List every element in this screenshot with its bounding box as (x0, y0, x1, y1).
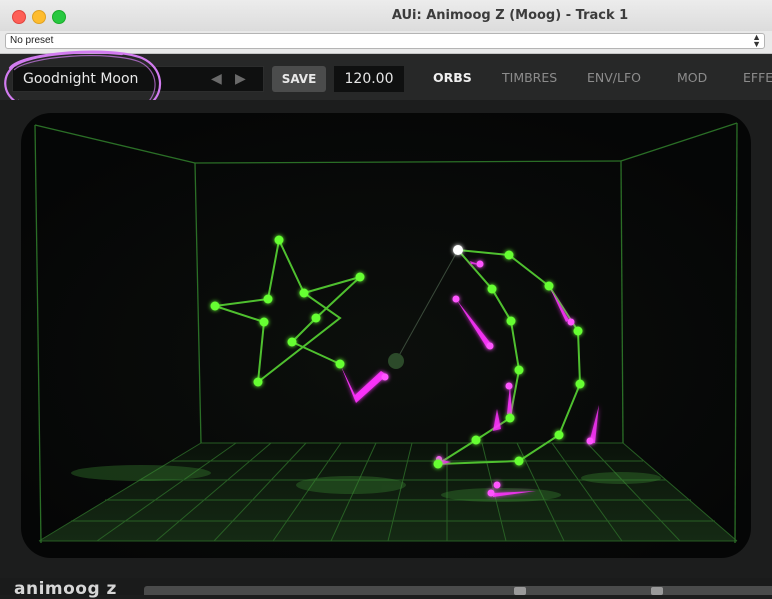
center-orb[interactable] (388, 353, 404, 369)
tab-effects[interactable]: EFFEC (743, 70, 772, 85)
magenta-orb[interactable] (505, 382, 513, 390)
green-orb[interactable] (433, 459, 443, 469)
green-orb[interactable] (259, 317, 269, 327)
green-orb[interactable] (487, 284, 497, 294)
green-orb[interactable] (554, 430, 564, 440)
save-button[interactable]: SAVE (272, 66, 326, 92)
green-orb[interactable] (253, 377, 263, 387)
maximize-window-button[interactable] (52, 10, 66, 24)
tab-orbs[interactable]: ORBS (433, 70, 472, 85)
previous-preset-icon[interactable]: ◀ (211, 70, 222, 87)
green-orb[interactable] (514, 456, 524, 466)
close-window-button[interactable] (12, 10, 26, 24)
magenta-orb[interactable] (487, 489, 495, 497)
magenta-orb[interactable] (452, 295, 460, 303)
green-orb[interactable] (311, 313, 321, 323)
green-orb[interactable] (287, 337, 297, 347)
magenta-orb[interactable] (586, 437, 594, 445)
minimize-window-button[interactable] (32, 10, 46, 24)
next-preset-icon[interactable]: ▶ (235, 70, 246, 87)
green-orb[interactable] (210, 301, 220, 311)
green-orb[interactable] (471, 435, 481, 445)
orb-space-viewport[interactable] (21, 113, 751, 558)
magenta-orb[interactable] (486, 342, 494, 350)
green-orb[interactable] (573, 326, 583, 336)
window-titlebar: AUi: Animoog Z (Moog) - Track 1 (0, 0, 772, 32)
preset-select[interactable]: No preset ▲ ▼ (5, 33, 765, 49)
magenta-orb[interactable] (493, 481, 501, 489)
magenta-orb[interactable] (381, 373, 389, 381)
bottom-bar: animoog z (0, 578, 772, 599)
magenta-orb[interactable] (567, 318, 575, 326)
animoog-logo: animoog z (14, 579, 117, 599)
green-orb[interactable] (504, 250, 514, 260)
green-orb[interactable] (335, 359, 345, 369)
green-orb[interactable] (544, 281, 554, 291)
green-orb[interactable] (506, 316, 516, 326)
preset-bar: No preset ▲ ▼ (0, 31, 772, 54)
plugin-toolbar: Goodnight Moon ◀ ▶ SAVE 120.00 ORBS TIMB… (0, 54, 772, 100)
green-orb[interactable] (299, 288, 309, 298)
magenta-orb[interactable] (476, 260, 484, 268)
tempo-field[interactable]: 120.00 (334, 66, 404, 92)
tab-env-lfo[interactable]: ENV/LFO (587, 70, 641, 85)
preset-select-value: No preset (10, 35, 54, 46)
tab-mod[interactable]: MOD (677, 70, 707, 85)
tab-timbres[interactable]: TIMBRES (502, 70, 557, 85)
bottom-range-slider[interactable] (144, 586, 772, 595)
preset-name-field[interactable]: Goodnight Moon ◀ ▶ (12, 66, 264, 92)
preset-name: Goodnight Moon (23, 71, 139, 87)
green-orb[interactable] (263, 294, 273, 304)
slider-left-handle[interactable] (514, 587, 526, 595)
green-orb[interactable] (274, 235, 284, 245)
green-orb[interactable] (514, 365, 524, 375)
green-orb[interactable] (505, 413, 515, 423)
green-orb[interactable] (575, 379, 585, 389)
chevron-updown-icon: ▲ ▼ (752, 32, 761, 49)
green-orb[interactable] (355, 272, 365, 282)
slider-right-handle[interactable] (651, 587, 663, 595)
selected-orb[interactable] (453, 245, 463, 255)
window-title: AUi: Animoog Z (Moog) - Track 1 (391, 8, 629, 23)
